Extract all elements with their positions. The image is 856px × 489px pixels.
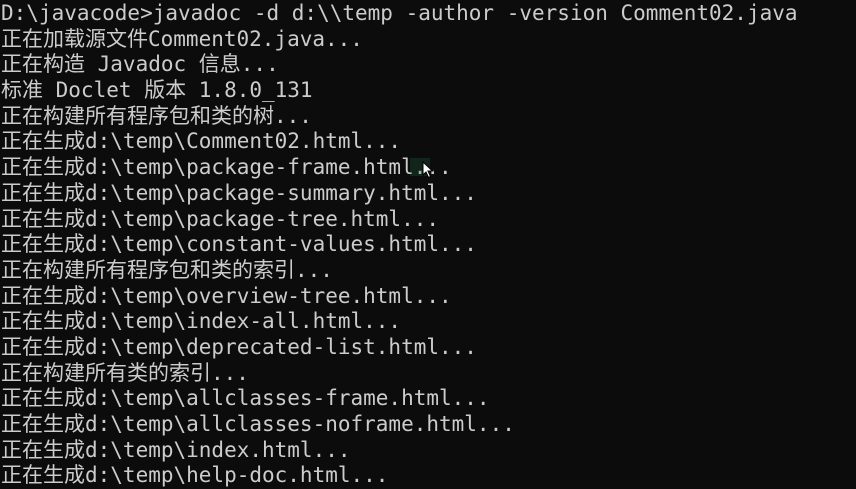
console-line: 正在生成d:\temp\constant-values.html...: [1, 232, 477, 257]
console-line: D:\javacode>javadoc -d d:\\temp -author …: [1, 1, 798, 25]
console-line: 正在生成d:\temp\index.html...: [1, 437, 351, 462]
mouse-pointer-icon: [422, 161, 434, 179]
console-line: 正在构建所有程序包和类的索引...: [1, 257, 333, 282]
console-line: 正在构建所有类的索引...: [1, 360, 249, 385]
console-line: 正在生成d:\temp\package-tree.html...: [1, 206, 440, 231]
console-line: 正在生成d:\temp\help-doc.html...: [1, 463, 389, 488]
console-line: 正在生成d:\temp\deprecated-list.html...: [1, 334, 477, 359]
console-line: 标准 Doclet 版本 1.8.0_131: [1, 78, 313, 103]
console-line: 正在构造 Javadoc 信息...: [1, 52, 279, 77]
console-line: 正在生成d:\temp\package-summary.html...: [1, 180, 477, 205]
console-line: 正在生成d:\temp\Comment02.html...: [1, 129, 402, 154]
console-output: D:\javacode>javadoc -d d:\\temp -author …: [0, 0, 856, 489]
console-line: 正在构建所有程序包和类的树...: [1, 103, 312, 128]
console-line: 正在加载源文件Comment02.java...: [1, 26, 363, 51]
console-line: 正在生成d:\temp\allclasses-noframe.html...: [1, 412, 515, 436]
console-line: 正在生成d:\temp\index-all.html...: [1, 309, 402, 334]
console-line: 正在生成d:\temp\allclasses-frame.html...: [1, 386, 490, 411]
console-line: 正在生成d:\temp\overview-tree.html...: [1, 283, 452, 308]
